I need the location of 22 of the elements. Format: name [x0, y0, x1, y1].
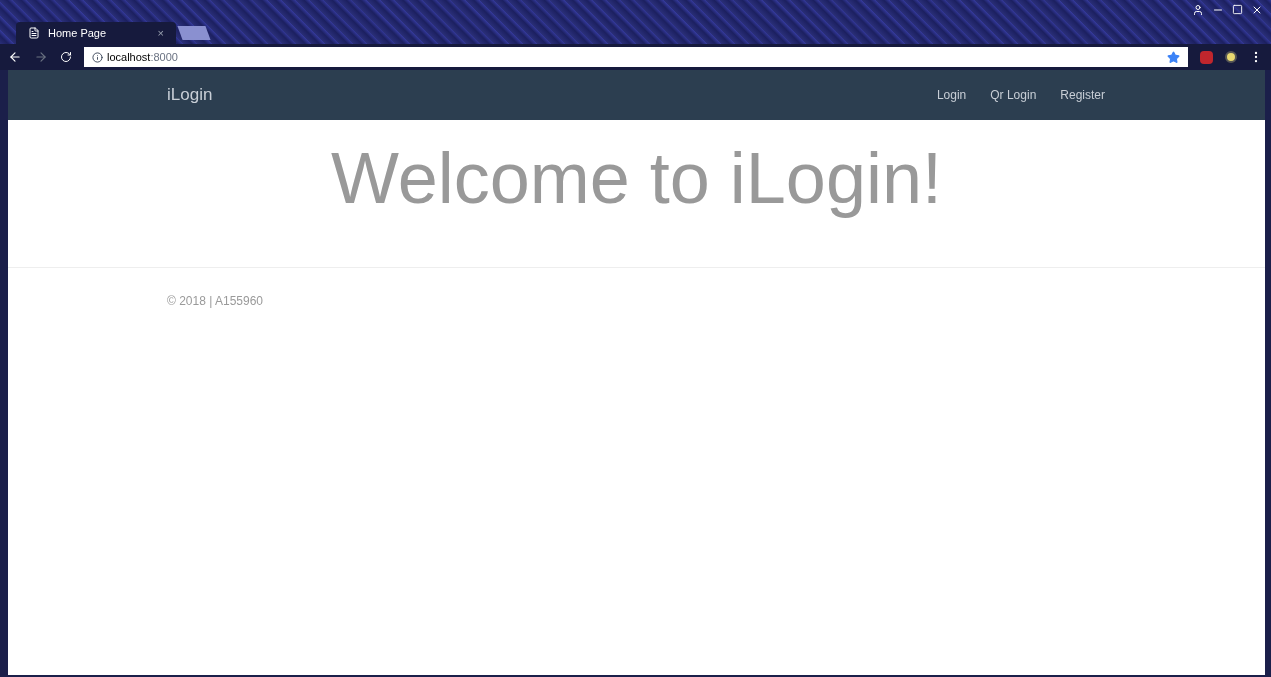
info-icon [92, 51, 103, 63]
new-tab-button[interactable] [177, 26, 211, 40]
close-icon[interactable] [1251, 4, 1263, 16]
maximize-icon[interactable] [1232, 4, 1243, 15]
welcome-heading: Welcome to iLogin! [331, 142, 942, 220]
browser-tab[interactable]: Home Page × [16, 22, 176, 44]
back-icon[interactable] [8, 50, 22, 64]
address-bar[interactable]: localhost:8000 [84, 47, 1188, 67]
url-text: localhost:8000 [107, 49, 178, 65]
profile-icon[interactable] [1192, 4, 1204, 16]
tab-title: Home Page [48, 25, 107, 41]
extension-icon[interactable] [1225, 51, 1237, 63]
copyright-text: © 2018 | A155960 [167, 294, 264, 308]
bookmark-star-icon[interactable] [1167, 50, 1180, 64]
tab-close[interactable]: × [157, 24, 164, 42]
page-icon [28, 27, 40, 39]
forward-icon[interactable] [34, 50, 48, 64]
nav-link[interactable]: Login [936, 86, 967, 104]
brand-link[interactable]: iLogin [167, 82, 213, 108]
reload-icon[interactable] [60, 51, 72, 63]
nav-link[interactable]: Register [1060, 86, 1105, 104]
nav-link[interactable]: Qr Login [990, 86, 1037, 104]
